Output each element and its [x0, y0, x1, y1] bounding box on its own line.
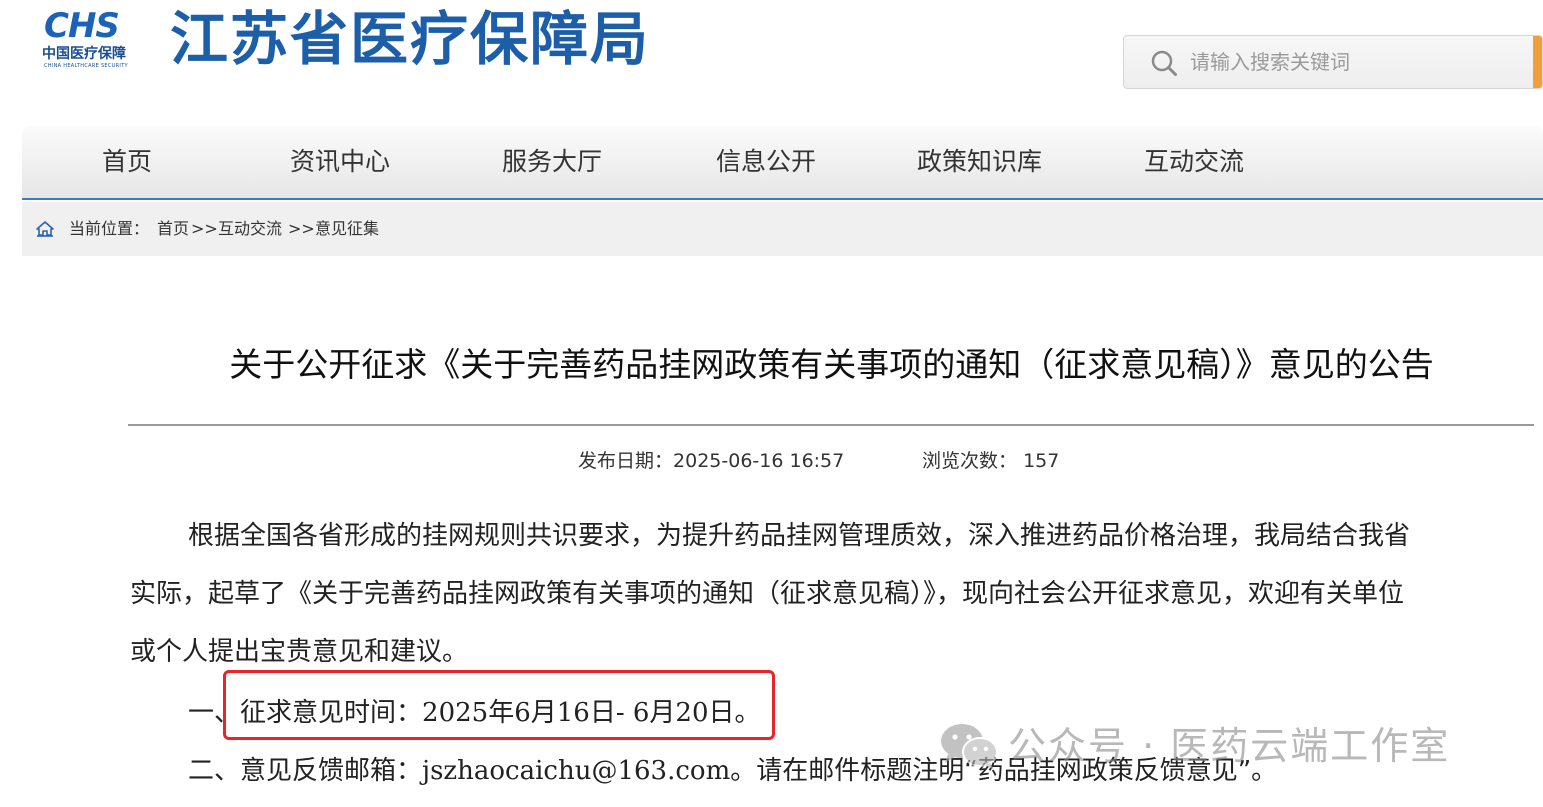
logo-mark: CHS	[44, 6, 120, 46]
search-icon[interactable]	[1150, 49, 1178, 77]
breadcrumb-label: 当前位置：	[69, 219, 150, 238]
breadcrumb: 当前位置： 首页 >> 互动交流 >> 意见征集	[22, 202, 1543, 256]
search-accent-bar	[1533, 36, 1542, 88]
breadcrumb-link-home[interactable]: 首页	[157, 218, 189, 240]
nav-item-policy-library[interactable]: 政策知识库	[917, 126, 1042, 198]
search-box[interactable]	[1123, 35, 1543, 89]
view-count-label: 浏览次数：	[922, 450, 1018, 472]
site-logo[interactable]: CHS 中国医疗保障 CHINA HEALTHCARE SECURITY	[38, 6, 150, 70]
breadcrumb-separator: >>	[288, 219, 315, 238]
breadcrumb-link-interaction[interactable]: 互动交流	[218, 218, 282, 240]
view-count-value: 157	[1023, 450, 1060, 472]
publish-date-label: 发布日期：	[578, 450, 674, 472]
article-title: 关于公开征求《关于完善药品挂网政策有关事项的通知（征求意见稿）》意见的公告	[229, 345, 1434, 384]
paragraph-line: 根据全国各省形成的挂网规则共识要求，为提升药品挂网管理质效，深入推进药品价格治理…	[188, 521, 1411, 551]
breadcrumb-separator: >>	[191, 219, 218, 238]
nav-item-disclosure[interactable]: 信息公开	[716, 126, 816, 198]
search-input[interactable]	[1190, 46, 1510, 78]
wechat-icon	[941, 724, 998, 770]
breadcrumb-link-feedback[interactable]: 意见征集	[315, 218, 379, 240]
nav-item-home[interactable]: 首页	[102, 126, 152, 198]
home-icon	[36, 221, 54, 237]
highlight-annotation-box	[223, 670, 775, 740]
logo-cn-text: 中国医疗保障	[42, 46, 126, 62]
item-label: 意见反馈邮箱：	[240, 756, 423, 786]
site-title[interactable]: 江苏省医疗保障局	[170, 2, 650, 76]
nav-item-services[interactable]: 服务大厅	[502, 126, 602, 198]
nav-item-news[interactable]: 资讯中心	[290, 126, 390, 198]
item-prefix: 二、	[188, 756, 241, 786]
title-divider	[128, 424, 1534, 426]
logo-en-text: CHINA HEALTHCARE SECURITY	[44, 63, 128, 69]
publish-date: 发布日期：2025-06-16 16:57	[578, 448, 844, 474]
feedback-email[interactable]: jszhaocaichu@163.com	[422, 756, 730, 786]
nav-item-interaction[interactable]: 互动交流	[1144, 126, 1244, 198]
view-count: 浏览次数： 157	[922, 448, 1059, 474]
publish-date-value: 2025-06-16 16:57	[673, 450, 845, 472]
paragraph-line: 实际，起草了《关于完善药品挂网政策有关事项的通知（征求意见稿）》，现向社会公开征…	[130, 579, 1405, 609]
main-nav: 首页 资讯中心 服务大厅 信息公开 政策知识库 互动交流	[22, 126, 1543, 200]
watermark-text: 公众号 · 医药云端工作室	[1008, 724, 1451, 768]
